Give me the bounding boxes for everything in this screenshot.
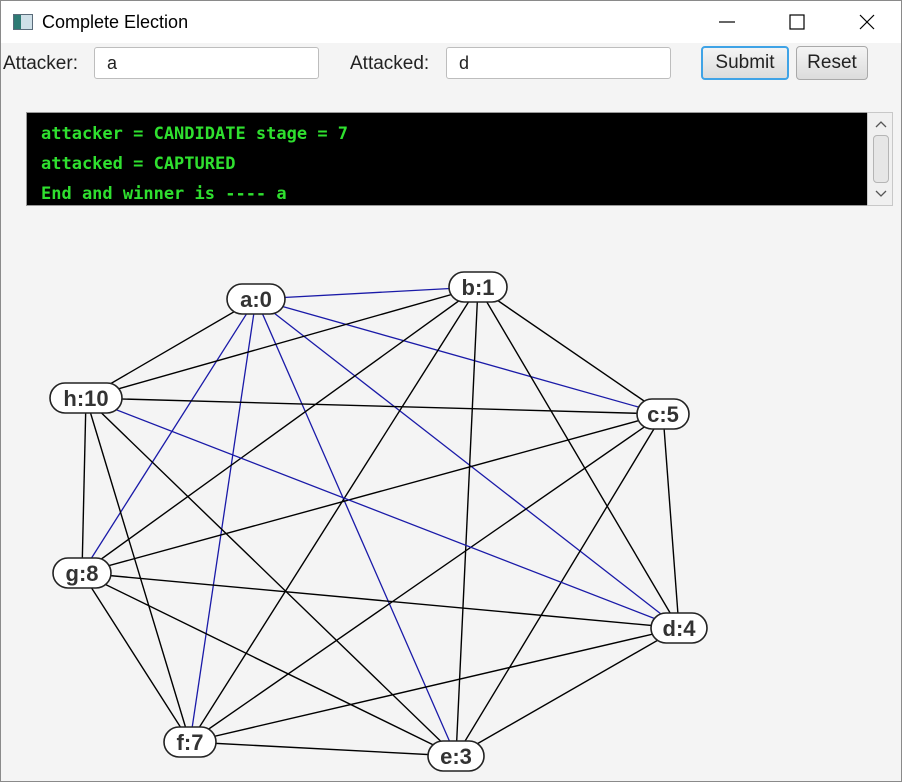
edge-c-h — [85, 397, 664, 415]
edge-e-g — [81, 572, 457, 757]
election-graph: a:0 b:1 c:5 d:4 e:3 f:7 g:8 h:10 — [49, 271, 708, 772]
app-window: Complete Election Attacker: a Attacked: … — [0, 0, 902, 782]
node-b-label: b:1 — [462, 275, 495, 300]
edge-d-f — [189, 627, 680, 743]
edge-f-g — [81, 572, 191, 743]
node-g-label: g:8 — [66, 561, 99, 586]
edge-d-h — [85, 397, 680, 629]
edge-d-e — [455, 627, 680, 757]
node-b[interactable]: b:1 — [448, 271, 508, 303]
edge-a-b — [255, 286, 479, 300]
edge-b-e — [455, 286, 479, 757]
node-a-label: a:0 — [240, 287, 272, 312]
edge-c-d — [662, 413, 680, 629]
node-c-label: c:5 — [647, 402, 679, 427]
node-d-label: d:4 — [663, 616, 697, 641]
edge-b-g — [81, 286, 479, 574]
edge-c-f — [189, 413, 664, 743]
edge-d-g — [81, 572, 680, 629]
edge-b-d — [477, 286, 680, 629]
edge-b-c — [477, 286, 664, 415]
graph-edges — [81, 286, 680, 757]
edge-b-f — [189, 286, 479, 743]
node-h-label: h:10 — [63, 386, 108, 411]
node-c[interactable]: c:5 — [636, 398, 690, 430]
node-d[interactable]: d:4 — [650, 612, 708, 644]
edge-e-h — [85, 397, 457, 757]
node-f-label: f:7 — [177, 730, 204, 755]
node-a[interactable]: a:0 — [226, 283, 286, 315]
edge-e-f — [189, 741, 457, 757]
edge-c-g — [81, 413, 664, 574]
edge-g-h — [81, 397, 87, 574]
node-e[interactable]: e:3 — [427, 740, 485, 772]
edge-a-d — [255, 298, 680, 629]
node-g[interactable]: g:8 — [52, 557, 112, 589]
node-e-label: e:3 — [440, 744, 472, 769]
edge-c-e — [455, 413, 664, 757]
node-f[interactable]: f:7 — [163, 726, 217, 758]
node-h[interactable]: h:10 — [49, 382, 123, 414]
